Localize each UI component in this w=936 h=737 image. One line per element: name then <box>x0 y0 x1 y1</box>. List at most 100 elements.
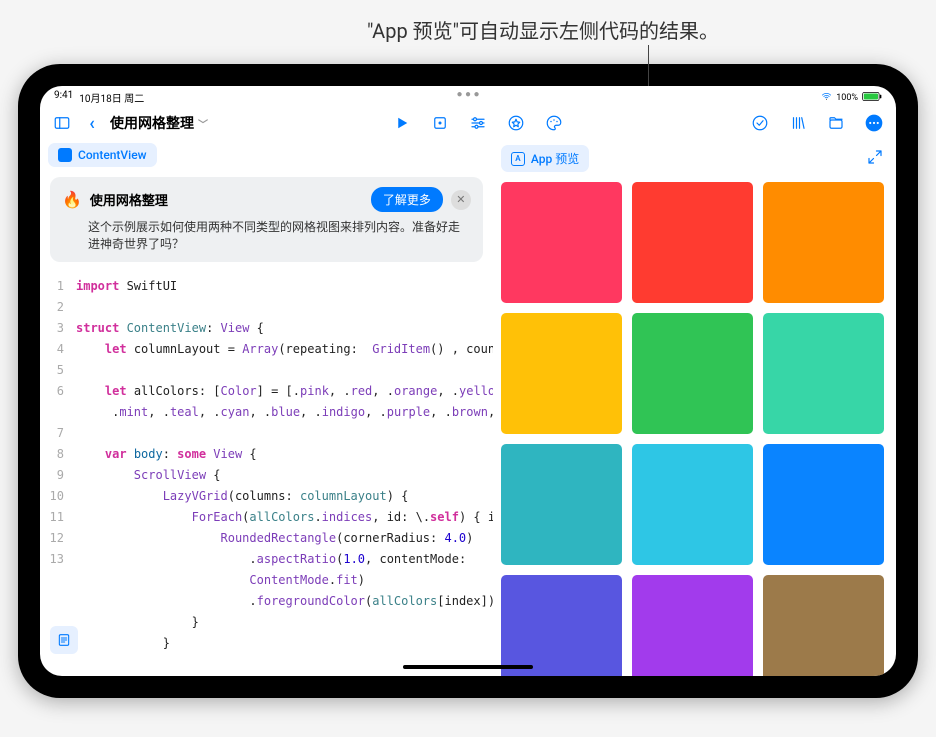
step-button[interactable] <box>428 111 452 135</box>
code-line[interactable]: .mint, .teal, .cyan, .blue, .indigo, .pu… <box>40 402 493 423</box>
tab-label: ContentView <box>78 148 147 162</box>
line-content: var body: some View { <box>76 444 493 465</box>
code-line[interactable]: 12 RoundedRectangle(cornerRadius: 4.0) <box>40 528 493 549</box>
line-content <box>76 423 493 444</box>
line-number <box>40 570 76 591</box>
color-swatch <box>763 313 884 434</box>
info-banner: 🔥 使用网格整理 了解更多 ✕ 这个示例展示如何使用两种不同类型的网格视图来排列… <box>50 177 483 262</box>
line-content: .mint, .teal, .cyan, .blue, .indigo, .pu… <box>76 402 493 423</box>
more-button[interactable] <box>862 111 886 135</box>
color-swatch <box>632 444 753 565</box>
preview-tab[interactable]: App 预览 <box>501 145 589 172</box>
line-number: 11 <box>40 507 76 528</box>
code-editor[interactable]: 1import SwiftUI23struct ContentView: Vie… <box>40 268 493 662</box>
document-title[interactable]: 使用网格整理 ﹀ <box>110 113 208 133</box>
line-number: 9 <box>40 465 76 486</box>
content-area: ContentView 🔥 使用网格整理 了解更多 ✕ 这 <box>40 139 896 669</box>
code-line[interactable]: 6 let allColors: [Color] = [.pink, .red,… <box>40 381 493 402</box>
run-button[interactable] <box>390 111 414 135</box>
tab-contentview[interactable]: ContentView <box>48 143 157 167</box>
multitask-dots-icon[interactable]: ● ● ● <box>456 89 479 100</box>
line-number: 2 <box>40 297 76 318</box>
line-number: 13 <box>40 549 76 570</box>
sliders-icon[interactable] <box>466 111 490 135</box>
expand-preview-button[interactable] <box>866 148 884 170</box>
color-swatch <box>501 444 622 565</box>
close-banner-button[interactable]: ✕ <box>451 190 471 210</box>
color-swatch <box>763 444 884 565</box>
code-line[interactable]: ContentMode.fit) <box>40 570 493 591</box>
library-icon[interactable] <box>786 111 810 135</box>
back-button[interactable]: ‹ <box>80 111 104 135</box>
docs-button[interactable] <box>50 626 78 654</box>
code-line[interactable]: 1import SwiftUI <box>40 276 493 297</box>
code-line[interactable]: 4 let columnLayout = Array(repeating: Gr… <box>40 339 493 360</box>
line-content: import SwiftUI <box>76 276 493 297</box>
color-swatch <box>501 575 622 676</box>
code-line[interactable]: 3struct ContentView: View { <box>40 318 493 339</box>
line-content: ScrollView { <box>76 465 493 486</box>
line-number: 4 <box>40 339 76 360</box>
color-swatch <box>501 182 622 303</box>
battery-icon <box>862 92 882 104</box>
code-line[interactable]: 11 ForEach(allColors.indices, id: \.self… <box>40 507 493 528</box>
line-content: let columnLayout = Array(repeating: Grid… <box>76 339 493 360</box>
app-preview-icon <box>511 152 525 166</box>
line-content: ContentMode.fit) <box>76 570 493 591</box>
color-swatch <box>763 182 884 303</box>
line-number: 10 <box>40 486 76 507</box>
swift-file-icon <box>58 148 72 162</box>
palette-icon[interactable] <box>542 111 566 135</box>
color-swatch <box>632 575 753 676</box>
color-swatch <box>763 575 884 676</box>
line-number: 7 <box>40 423 76 444</box>
line-content: } <box>76 633 493 654</box>
line-number: 3 <box>40 318 76 339</box>
line-content: ForEach(allColors.indices, id: \.self) {… <box>76 507 493 528</box>
star-button[interactable] <box>504 111 528 135</box>
line-content: RoundedRectangle(cornerRadius: 4.0) <box>76 528 493 549</box>
ipad-device-frame: 9:41 10月18日 周二 ● ● ● 100% ‹ 使用网格整理 ﹀ <box>18 64 918 698</box>
line-content: let allColors: [Color] = [.pink, .red, .… <box>76 381 493 402</box>
line-content: .aspectRatio(1.0, contentMode: <box>76 549 493 570</box>
fire-icon: 🔥 <box>62 190 82 209</box>
code-line[interactable]: 2 <box>40 297 493 318</box>
status-bar: 9:41 10月18日 周二 ● ● ● 100% <box>40 86 896 107</box>
code-line[interactable]: .foregroundColor(allColors[index]) <box>40 591 493 612</box>
app-toolbar: ‹ 使用网格整理 ﹀ <box>40 107 896 139</box>
banner-description: 这个示例展示如何使用两种不同类型的网格视图来排列内容。准备好走进神奇世界了吗？ <box>62 218 471 252</box>
sidebar-toggle-icon[interactable] <box>50 111 74 135</box>
code-line[interactable]: 7 <box>40 423 493 444</box>
color-swatch <box>501 313 622 434</box>
caption-text: "App 预览"可自动显示左侧代码的结果。 <box>18 15 918 44</box>
code-line[interactable]: 8 var body: some View { <box>40 444 493 465</box>
code-line[interactable]: 13 .aspectRatio(1.0, contentMode: <box>40 549 493 570</box>
line-content: struct ContentView: View { <box>76 318 493 339</box>
home-indicator[interactable] <box>403 665 533 669</box>
status-time: 9:41 <box>54 90 73 105</box>
line-number <box>40 591 76 612</box>
line-number: 5 <box>40 360 76 381</box>
battery-percent: 100% <box>836 93 858 103</box>
code-editor-pane: ContentView 🔥 使用网格整理 了解更多 ✕ 这 <box>40 139 493 669</box>
line-number: 8 <box>40 444 76 465</box>
color-swatch <box>632 182 753 303</box>
folder-icon[interactable] <box>824 111 848 135</box>
status-date: 10月18日 周二 <box>79 90 144 105</box>
line-number: 12 <box>40 528 76 549</box>
line-content: } <box>76 612 493 633</box>
caption-annotation: "App 预览"可自动显示左侧代码的结果。 <box>18 10 918 64</box>
banner-title: 使用网格整理 <box>90 190 168 209</box>
tab-row: ContentView <box>40 139 493 171</box>
line-content <box>76 297 493 318</box>
checkmark-button[interactable] <box>748 111 772 135</box>
code-line[interactable]: 9 ScrollView { <box>40 465 493 486</box>
code-line[interactable]: } <box>40 612 493 633</box>
line-content <box>76 360 493 381</box>
code-line[interactable]: 16 } <box>40 633 493 654</box>
line-number: 6 <box>40 381 76 402</box>
code-line[interactable]: 10 LazyVGrid(columns: columnLayout) { <box>40 486 493 507</box>
code-line[interactable]: 5 <box>40 360 493 381</box>
learn-more-button[interactable]: 了解更多 <box>371 187 443 212</box>
line-number: 1 <box>40 276 76 297</box>
